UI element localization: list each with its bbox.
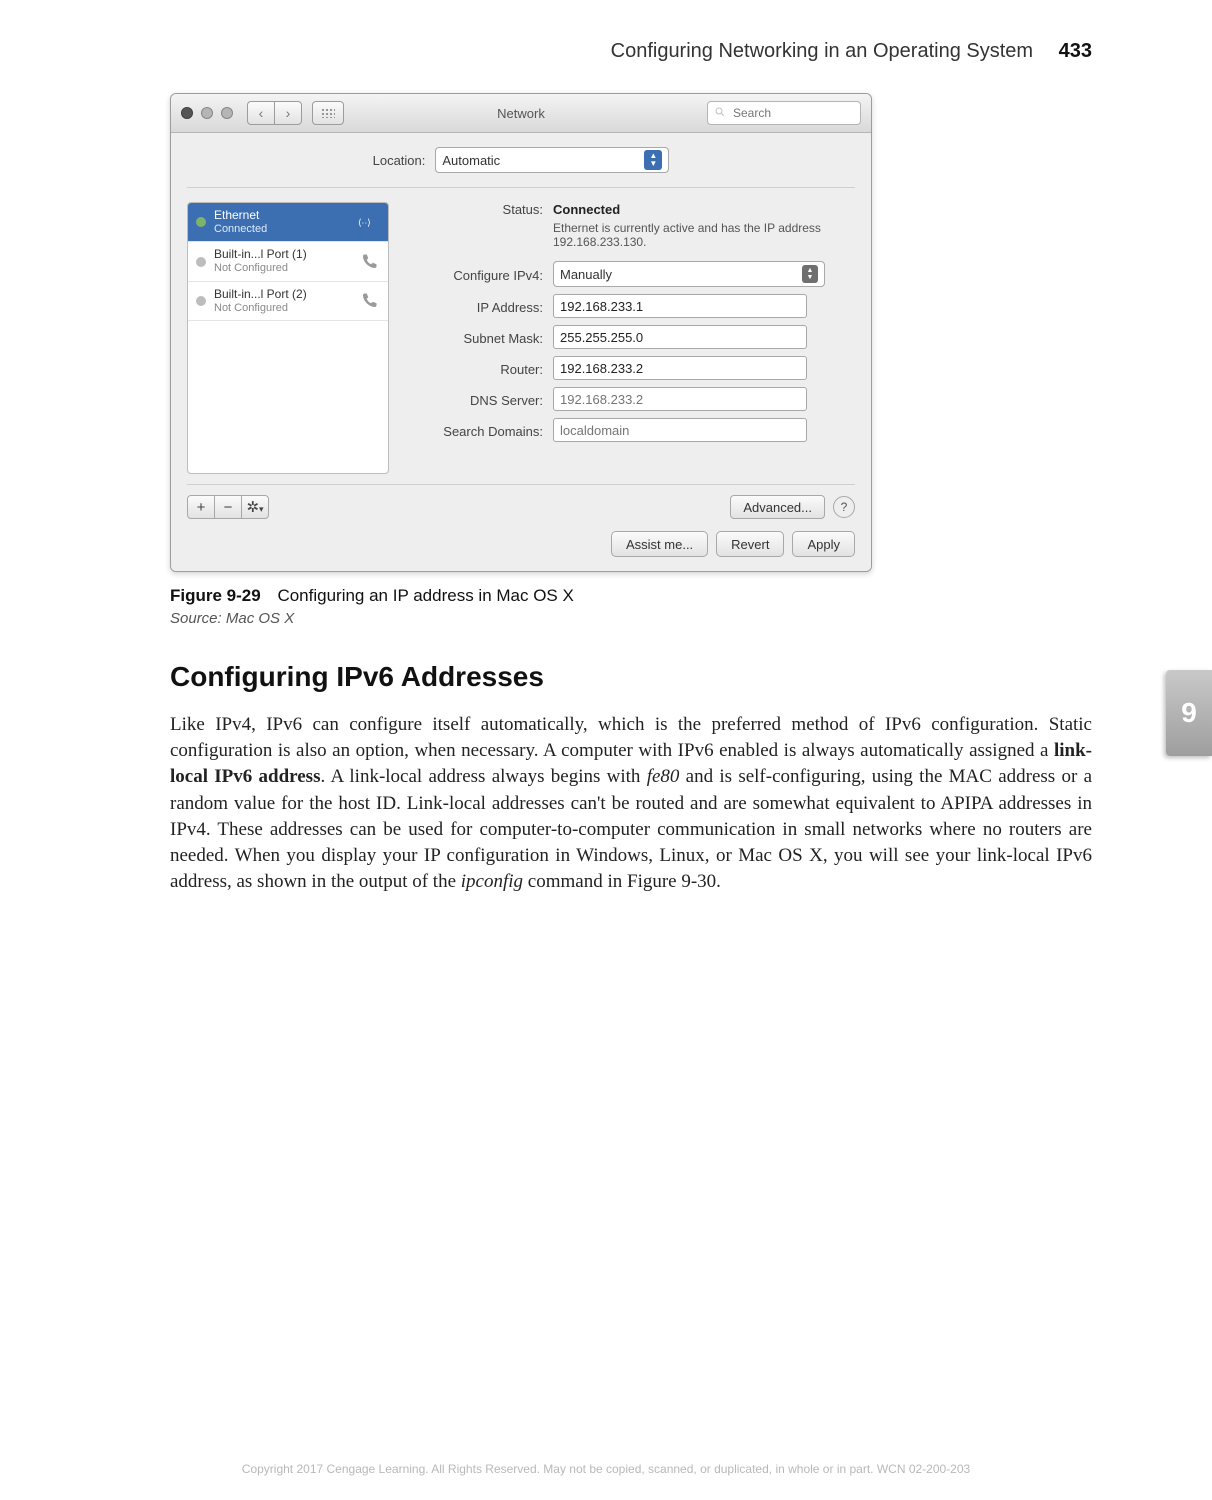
running-head: Configuring Networking in an Operating S… xyxy=(170,40,1092,63)
search-domains-label: Search Domains: xyxy=(403,421,553,439)
chapter-number: 9 xyxy=(1181,697,1197,729)
sidebar-item-label: Built-in...l Port (2) xyxy=(214,288,350,302)
sidebar-item-status: Not Configured xyxy=(214,302,350,315)
back-button[interactable]: ‹ xyxy=(247,101,274,125)
gear-icon: ✲▾ xyxy=(246,498,263,516)
chapter-tab: 9 xyxy=(1166,670,1212,756)
status-value: Connected xyxy=(553,202,855,217)
question-icon: ? xyxy=(841,500,848,514)
minus-icon: − xyxy=(224,499,233,516)
window-content: Location: Automatic ▲▼ Ethernet Connec xyxy=(171,133,871,531)
status-dot-icon xyxy=(196,217,206,227)
grid-icon xyxy=(321,108,335,118)
interface-sidebar: Ethernet Connected ⟨··⟩ Built-in...l Por… xyxy=(187,202,389,474)
close-icon[interactable] xyxy=(181,107,193,119)
search-icon xyxy=(714,106,726,121)
subnet-mask-label: Subnet Mask: xyxy=(403,328,553,346)
location-select[interactable]: Automatic ▲▼ xyxy=(435,147,669,173)
body-paragraph: Like IPv4, IPv6 can configure itself aut… xyxy=(170,712,1092,896)
status-subtext: Ethernet is currently active and has the… xyxy=(553,221,833,249)
location-value: Automatic xyxy=(442,153,500,168)
network-preferences-window: ‹ › Network Locat xyxy=(170,93,872,572)
plus-icon: + xyxy=(197,499,206,516)
svg-text:⟨··⟩: ⟨··⟩ xyxy=(358,218,371,228)
figure-caption: Figure 9-29 Configuring an IP address in… xyxy=(170,586,1092,606)
apply-button[interactable]: Apply xyxy=(792,531,855,557)
dns-server-input[interactable] xyxy=(553,387,807,411)
phone-icon xyxy=(358,290,380,312)
search-field-wrap[interactable] xyxy=(707,101,861,125)
page-number: 433 xyxy=(1059,40,1092,62)
maximize-icon[interactable] xyxy=(221,107,233,119)
chevron-left-icon: ‹ xyxy=(259,105,264,121)
status-dot-icon xyxy=(196,257,206,267)
ip-address-label: IP Address: xyxy=(403,297,553,315)
bottom-buttons: Assist me... Revert Apply xyxy=(171,531,871,571)
sidebar-item-serial-port-2[interactable]: Built-in...l Port (2) Not Configured xyxy=(188,282,388,321)
figure-label: Figure 9-29 xyxy=(170,586,261,605)
chevron-right-icon: › xyxy=(286,105,291,121)
sidebar-item-label: Ethernet xyxy=(214,209,350,223)
copyright-notice: Copyright 2017 Cengage Learning. All Rig… xyxy=(0,1462,1212,1476)
interface-actions-button[interactable]: ✲▾ xyxy=(241,495,269,519)
revert-button[interactable]: Revert xyxy=(716,531,784,557)
body-span: Like IPv4, IPv6 can configure itself aut… xyxy=(170,714,1092,761)
figure-caption-text: Configuring an IP address in Mac OS X xyxy=(277,586,573,605)
running-title: Configuring Networking in an Operating S… xyxy=(611,40,1033,62)
subnet-mask-input[interactable] xyxy=(553,325,807,349)
configure-ipv4-label: Configure IPv4: xyxy=(403,265,553,283)
location-label: Location: xyxy=(373,153,426,168)
section-heading: Configuring IPv6 Addresses xyxy=(170,661,1092,693)
assist-me-button[interactable]: Assist me... xyxy=(611,531,708,557)
chevron-updown-icon: ▲▼ xyxy=(802,265,818,283)
phone-icon xyxy=(358,251,380,273)
traffic-lights xyxy=(181,107,233,119)
help-button[interactable]: ? xyxy=(833,496,855,518)
term-fe80: fe80 xyxy=(647,766,680,787)
dns-server-label: DNS Server: xyxy=(403,390,553,408)
body-span: . A link-local address always begins wit… xyxy=(320,766,646,787)
search-input[interactable] xyxy=(731,105,854,121)
location-row: Location: Automatic ▲▼ xyxy=(187,147,855,188)
figure-source: Source: Mac OS X xyxy=(170,610,1092,627)
body-span: command in Figure 9-30. xyxy=(523,871,721,892)
configure-ipv4-value: Manually xyxy=(560,267,612,282)
forward-button[interactable]: › xyxy=(274,101,302,125)
footer-row: + − ✲▾ Advanced... ? xyxy=(187,484,855,519)
window-titlebar: ‹ › Network xyxy=(171,94,871,133)
ethernet-icon: ⟨··⟩ xyxy=(358,211,380,233)
configure-ipv4-select[interactable]: Manually ▲▼ xyxy=(553,261,825,287)
chevron-updown-icon: ▲▼ xyxy=(644,150,662,170)
remove-interface-button[interactable]: − xyxy=(215,495,241,519)
add-interface-button[interactable]: + xyxy=(187,495,215,519)
status-dot-icon xyxy=(196,296,206,306)
ip-address-input[interactable] xyxy=(553,294,807,318)
nav-buttons: ‹ › xyxy=(247,101,302,125)
interface-details: Status: Connected Ethernet is currently … xyxy=(403,202,855,474)
search-domains-input[interactable] xyxy=(553,418,807,442)
advanced-button[interactable]: Advanced... xyxy=(730,495,825,519)
sidebar-item-status: Connected xyxy=(214,223,350,236)
sidebar-item-status: Not Configured xyxy=(214,262,350,275)
status-label: Status: xyxy=(403,202,553,217)
minimize-icon[interactable] xyxy=(201,107,213,119)
sidebar-item-serial-port-1[interactable]: Built-in...l Port (1) Not Configured xyxy=(188,242,388,281)
router-label: Router: xyxy=(403,359,553,377)
columns: Ethernet Connected ⟨··⟩ Built-in...l Por… xyxy=(187,202,855,474)
router-input[interactable] xyxy=(553,356,807,380)
show-all-button[interactable] xyxy=(312,101,344,125)
term-ipconfig: ipconfig xyxy=(461,871,523,892)
sidebar-item-ethernet[interactable]: Ethernet Connected ⟨··⟩ xyxy=(188,203,388,242)
sidebar-controls: + − ✲▾ xyxy=(187,495,269,519)
sidebar-item-label: Built-in...l Port (1) xyxy=(214,248,350,262)
